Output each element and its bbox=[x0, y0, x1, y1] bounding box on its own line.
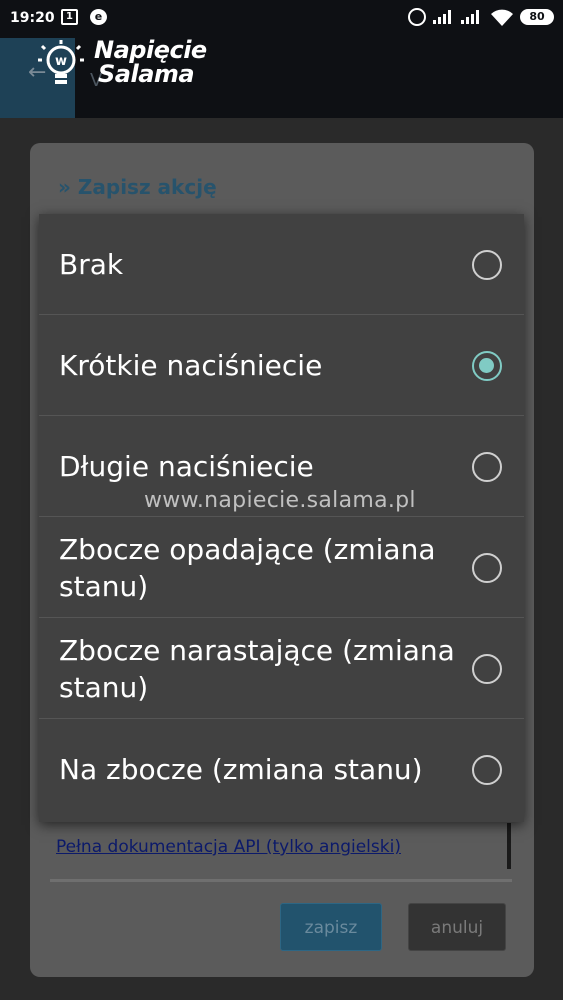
cancel-button[interactable]: anuluj bbox=[408, 903, 506, 951]
logo-line-1: Napięcie bbox=[94, 36, 207, 64]
wifi-icon bbox=[491, 9, 513, 26]
option-any-edge[interactable]: Na zbocze (zmiana stanu) bbox=[39, 719, 524, 820]
bulb-icon: w bbox=[38, 40, 84, 84]
alarm-icon bbox=[408, 8, 426, 26]
app-header: ← V w Napięcie Salama bbox=[0, 38, 563, 118]
option-label: Na zbocze (zmiana stanu) bbox=[59, 753, 423, 786]
battery-icon: 80 bbox=[520, 9, 554, 25]
logo-text: Napięcie Salama bbox=[94, 38, 207, 86]
dialog-title: » Zapisz akcję bbox=[58, 175, 217, 199]
field-underline bbox=[50, 879, 512, 882]
radio-icon[interactable] bbox=[472, 452, 502, 482]
radio-icon[interactable] bbox=[472, 654, 502, 684]
option-label: Zbocze narastające (zmiana stanu) bbox=[59, 633, 455, 704]
option-rising-edge[interactable]: Zbocze narastające (zmiana stanu) bbox=[39, 618, 524, 719]
option-short-press[interactable]: Krótkie naciśniecie bbox=[39, 315, 524, 416]
logo: w Napięcie Salama bbox=[36, 38, 216, 98]
calendar-icon: 1 bbox=[61, 9, 78, 25]
scrollbar[interactable] bbox=[507, 823, 511, 869]
option-label: Krótkie naciśniecie bbox=[59, 349, 323, 382]
api-docs-link[interactable]: Pełna dokumentacja API (tylko angielski) bbox=[56, 837, 401, 857]
signal-icon-2 bbox=[461, 10, 481, 24]
clock: 19:20 bbox=[10, 10, 55, 26]
radio-icon[interactable] bbox=[472, 250, 502, 280]
option-label: Zbocze opadające (zmiana stanu) bbox=[59, 532, 436, 603]
watermark: www.napiecie.salama.pl bbox=[144, 488, 416, 513]
logo-line-2: Salama bbox=[98, 60, 195, 88]
radio-icon[interactable] bbox=[472, 755, 502, 785]
radio-selected-icon[interactable] bbox=[472, 351, 502, 381]
screen: 19:20 1 e 80 ← V w Napięcie Salama » Zap… bbox=[0, 0, 563, 1000]
save-button[interactable]: zapisz bbox=[280, 903, 382, 951]
option-label: Brak bbox=[59, 248, 124, 281]
option-brak[interactable]: Brak bbox=[39, 214, 524, 315]
action-type-picker: Brak Krótkie naciśniecie Długie naciśnie… bbox=[39, 214, 524, 822]
option-falling-edge[interactable]: Zbocze opadające (zmiana stanu) bbox=[39, 517, 524, 618]
status-bar: 19:20 1 e 80 bbox=[0, 0, 563, 38]
signal-icon bbox=[433, 10, 453, 24]
svg-text:w: w bbox=[55, 54, 67, 69]
e-icon: e bbox=[90, 9, 107, 25]
radio-icon[interactable] bbox=[472, 553, 502, 583]
